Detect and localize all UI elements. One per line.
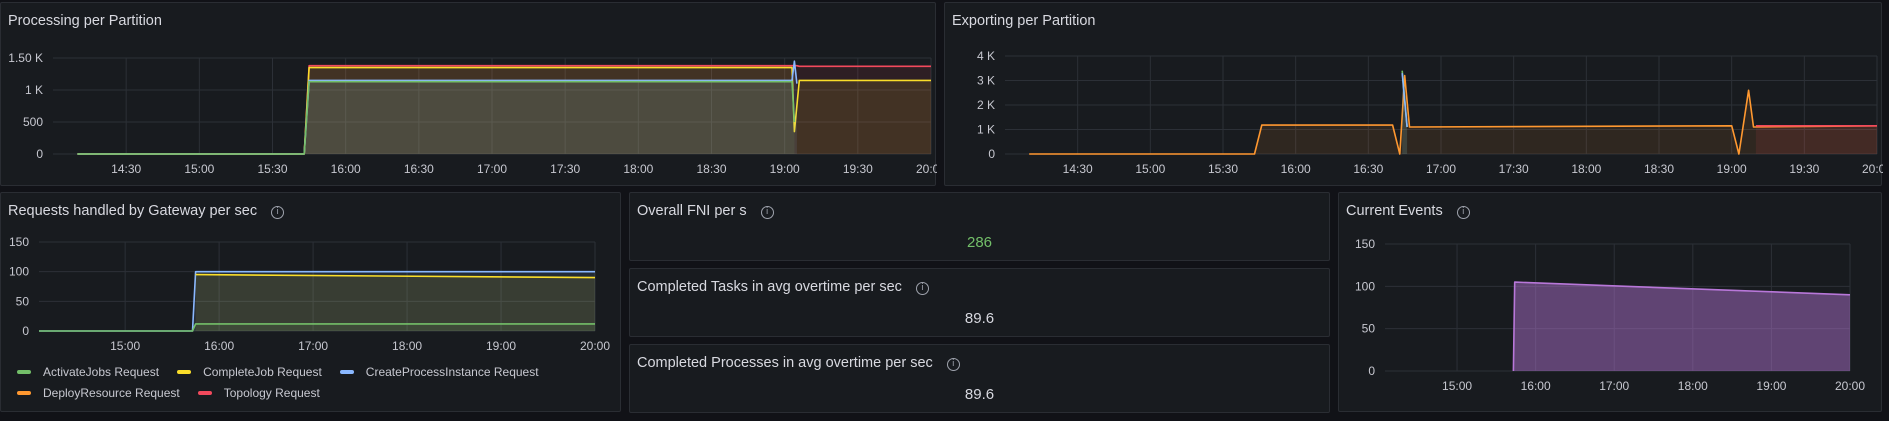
x-tick-label: 19:00 [1756, 379, 1786, 393]
x-tick-label: 20:00 [580, 339, 610, 353]
y-tick-label: 1 K [977, 123, 995, 137]
y-tick-label: 3 K [977, 74, 995, 88]
legend-label: CompleteJob Request [203, 365, 322, 379]
x-tick-label: 20:00 [1835, 379, 1865, 393]
series-area [195, 274, 595, 331]
gateway-chart: 0 50 100 150 15:00 16:00 17:00 18:00 19:00 20:00 [9, 235, 610, 353]
x-tick-label: 17:30 [1499, 162, 1529, 176]
x-tick-label: 16:30 [1353, 162, 1383, 176]
info-icon[interactable]: i [946, 358, 960, 371]
y-tick-label: 50 [1362, 322, 1376, 336]
panel-title: Completed Tasks in avg overtime per sec i [637, 279, 929, 295]
processing-chart: 0 500 1 K 1.50 K 14:30 15:00 15:30 16:00 16:30 17… [8, 51, 937, 176]
y-tick-label: 150 [1355, 237, 1375, 251]
panel-gateway[interactable]: Requests handled by Gateway per sec i 0 50… [0, 192, 621, 412]
events-chart: 0 50 100 150 15:00 16:00 17:00 18:00 19:00 20:00 [1355, 237, 1865, 393]
legend-swatch [197, 391, 212, 395]
x-tick-label: 16:00 [1281, 162, 1311, 176]
stat-value: 286 [966, 234, 993, 251]
panel-fni[interactable]: Overall FNI per si 286 [629, 192, 1330, 261]
x-tick-label: 18:30 [1644, 162, 1674, 176]
x-tick-label: 19:00 [1717, 162, 1747, 176]
x-tick-label: 18:00 [1571, 162, 1601, 176]
legend-item[interactable]: Topology Request [197, 386, 320, 400]
legend-item[interactable]: DeployResource Request [17, 386, 180, 400]
panel-completed-tasks[interactable]: Completed Tasks in avg overtime per sec i… [629, 268, 1330, 337]
y-tick-label: 500 [23, 115, 43, 129]
y-tick-label: 1 K [25, 83, 43, 97]
legend-item[interactable]: CompleteJob Request [177, 365, 322, 379]
x-tick-label: 15:30 [257, 162, 287, 176]
panel-title: Overall FNI per si [637, 203, 774, 219]
x-tick-label: 15:00 [184, 162, 214, 176]
x-tick-label: 16:30 [404, 162, 434, 176]
y-tick-label: 100 [1355, 279, 1375, 293]
x-tick-label: 15:30 [1208, 162, 1238, 176]
x-tick-label: 16:00 [204, 339, 234, 353]
x-tick-label: 15:00 [1442, 379, 1472, 393]
chart-legend: ActivateJobs Request CompleteJob Request C… [17, 363, 557, 379]
info-icon[interactable]: i [915, 282, 929, 295]
x-tick-label: 20:00 [916, 162, 937, 176]
legend-label: DeployResource Request [43, 386, 180, 400]
x-tick-label: 14:30 [1063, 162, 1093, 176]
panel-completed-processes[interactable]: Completed Processes in avg overtime per … [629, 344, 1330, 413]
x-tick-label: 19:00 [486, 339, 516, 353]
y-tick-label: 50 [16, 294, 30, 308]
legend-swatch [177, 370, 192, 374]
legend-item[interactable]: CreateProcessInstance Request [339, 365, 539, 379]
y-tick-label: 1.50 K [8, 51, 43, 65]
x-tick-label: 20:00 [1862, 162, 1883, 176]
y-tick-label: 0 [988, 147, 995, 161]
x-tick-label: 18:00 [623, 162, 653, 176]
y-tick-label: 2 K [977, 98, 995, 112]
x-tick-label: 17:00 [1599, 379, 1629, 393]
x-tick-label: 19:30 [1789, 162, 1819, 176]
x-tick-label: 17:30 [550, 162, 580, 176]
panel-current-events[interactable]: Current Events i 0 50 100 150 15:00 16:00 17:00… [1338, 192, 1882, 412]
stat-value: 89.6 [964, 386, 995, 403]
info-icon[interactable]: i [760, 206, 774, 219]
series-area [77, 81, 795, 154]
y-tick-label: 0 [1368, 364, 1375, 378]
y-tick-label: 0 [36, 147, 43, 161]
legend-swatch [339, 370, 354, 374]
legend-swatch [17, 391, 31, 395]
panel-exporting[interactable]: Exporting per Partition 01 K2 K3 K4 K 14:… [944, 2, 1883, 186]
x-tick-label: 17:00 [477, 162, 507, 176]
exporting-chart: 0 1 K 2 K 3 K 4 K 14:30 15:00 15:30 16:00 16:30 17… [977, 49, 1883, 176]
x-tick-label: 16:00 [331, 162, 361, 176]
x-tick-label: 19:30 [843, 162, 873, 176]
legend-swatch [17, 370, 31, 374]
series-area [1029, 75, 1877, 154]
series-area [39, 323, 595, 331]
x-tick-label: 17:00 [298, 339, 328, 353]
x-tick-label: 18:30 [696, 162, 726, 176]
panel-processing[interactable]: Processing per Partition 0 500 1 K 1.50 K 14… [0, 2, 937, 186]
legend-item[interactable]: ActivateJobs Request [17, 365, 159, 379]
x-tick-label: 14:30 [111, 162, 141, 176]
y-tick-label: 0 [22, 324, 29, 338]
y-tick-label: 150 [9, 235, 29, 249]
x-tick-label: 15:00 [1135, 162, 1165, 176]
legend-label: ActivateJobs Request [43, 365, 160, 379]
series-area [1513, 282, 1850, 371]
panel-title: Completed Processes in avg overtime per … [637, 355, 960, 371]
x-tick-label: 17:00 [1426, 162, 1456, 176]
y-tick-label: 4 K [977, 49, 995, 63]
x-tick-label: 19:00 [770, 162, 800, 176]
legend-label: Topology Request [223, 386, 320, 400]
stat-value: 89.6 [964, 310, 995, 327]
x-tick-label: 18:00 [392, 339, 422, 353]
x-tick-label: 15:00 [110, 339, 140, 353]
x-tick-label: 16:00 [1521, 379, 1551, 393]
legend-label: CreateProcessInstance Request [365, 365, 539, 379]
y-tick-label: 100 [9, 265, 29, 279]
x-tick-label: 18:00 [1678, 379, 1708, 393]
series-area [1755, 125, 1877, 154]
chart-legend: DeployResource Request Topology Request [17, 384, 338, 400]
